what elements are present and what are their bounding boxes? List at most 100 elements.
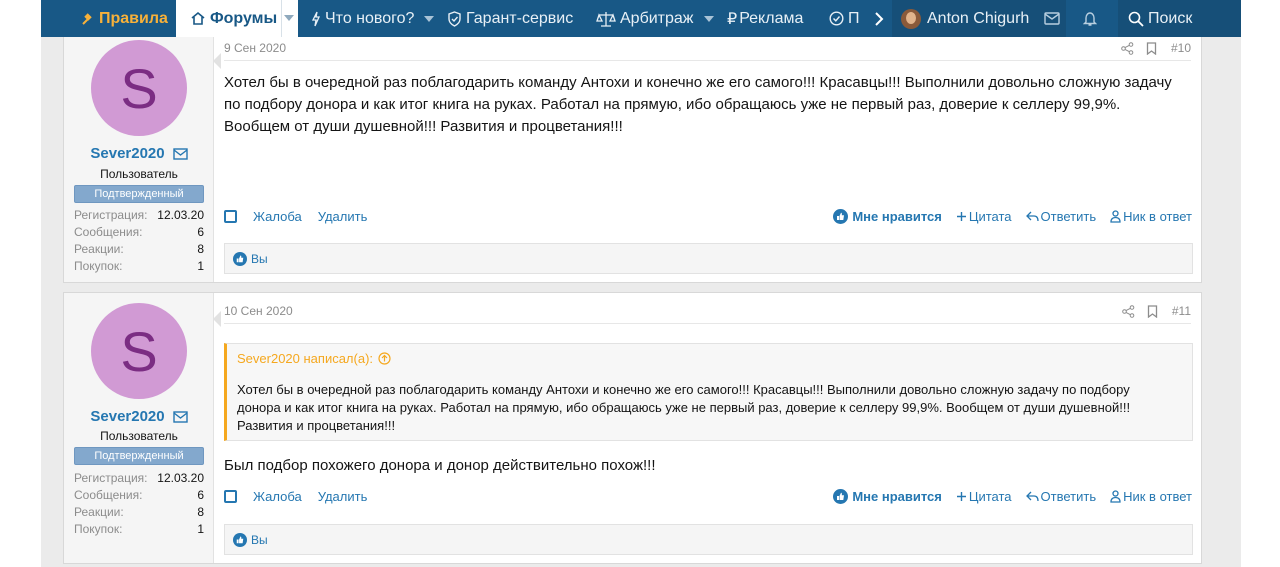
like-label: Мне нравится [852,209,942,224]
post-actions-right: Мне нравится Цитата Ответить Ник в ответ [833,489,1192,504]
user-icon [1110,210,1121,223]
nav-ads[interactable]: ₽ Реклама [727,0,803,37]
nav-more[interactable]: П [829,0,860,37]
nav-arbitrage[interactable]: Арбитраж [596,0,714,37]
mention-button[interactable]: Ник в ответ [1110,209,1192,224]
envelope-icon[interactable] [172,410,188,423]
arrow-up-icon [378,352,391,365]
chevron-down-icon[interactable] [424,15,435,22]
stat-value: 12.03.20 [157,471,204,485]
post-number[interactable]: #10 [1171,41,1191,55]
report-link[interactable]: Жалоба [253,489,302,504]
select-checkbox[interactable] [224,210,237,223]
chevron-right-icon [875,11,884,26]
post-actions: Жалоба Удалить Мне нравится Цитата Ответ… [224,489,1192,509]
post-arrow [213,311,221,327]
left-gutter [0,0,41,567]
stat-key: Регистрация: [74,208,148,222]
like-button[interactable]: Мне нравится [833,209,942,224]
username[interactable]: Sever2020 [64,408,214,425]
user-icon [1110,490,1121,503]
avatar[interactable]: S [91,303,187,399]
nav-garant[interactable]: Гарант-сервис [447,0,573,37]
user-stats: Регистрация: 12.03.20 Сообщения: 6 Реакции… [74,207,204,275]
nav-forums-label: Форумы [210,9,278,27]
nav-alerts[interactable] [1083,0,1101,37]
post-user-cell: S Sever2020 Пользователь Подтвержденный … [64,293,214,563]
nav-search[interactable]: Поиск [1118,0,1241,37]
right-gutter [1241,0,1280,567]
page: Правила Форумы Что нового? Гарант-сервис… [41,0,1241,567]
like-button[interactable]: Мне нравится [833,489,942,504]
envelope-icon [1044,12,1060,25]
share-icon[interactable] [1122,304,1135,318]
bookmark-icon[interactable] [1146,41,1157,55]
reactions-bar[interactable]: Вы [224,243,1193,274]
envelope-icon[interactable] [172,147,188,160]
post-arrow [213,53,221,69]
stat-row: Сообщения: 6 [74,487,204,504]
reactions-label: Вы [251,532,268,547]
stat-value: 12.03.20 [157,208,204,222]
post-actions: Жалоба Удалить Мне нравится Цитата Ответ… [224,209,1192,229]
bookmark-icon[interactable] [1147,304,1158,318]
user-title: Пользователь [100,167,178,181]
stat-key: Реакции: [74,242,124,256]
reactions-bar[interactable]: Вы [224,524,1193,555]
like-icon [233,251,247,266]
reply-icon [1025,211,1039,222]
search-icon [1128,11,1144,27]
quote-author-label: Sever2020 написал(а): [237,351,374,366]
post-header-divider [224,60,1191,61]
nav-more-label: П [848,9,860,27]
reply-button[interactable]: Ответить [1025,209,1096,224]
stat-value: 6 [197,488,204,502]
post-message: Был подбор похожего донора и донор дейст… [224,457,656,474]
post-actions-left: Жалоба Удалить [224,209,367,224]
chevron-down-icon[interactable] [284,15,294,21]
stat-value: 8 [197,505,204,519]
nav-scroll-right[interactable] [874,0,888,37]
nav-rules[interactable]: Правила [81,0,168,37]
post-date[interactable]: 10 Сен 2020 [224,304,293,318]
avatar [901,8,921,29]
top-nav: Правила Форумы Что нового? Гарант-сервис… [41,0,1241,37]
ruble-icon: ₽ [727,10,738,28]
delete-link[interactable]: Удалить [318,489,368,504]
avatar-letter: S [120,319,158,383]
avatar[interactable]: S [91,40,187,136]
select-checkbox[interactable] [224,490,237,503]
nav-conversations[interactable] [1044,0,1064,37]
quote-button[interactable]: Цитата [956,209,1012,224]
nav-user-menu[interactable]: Anton Chigurh [892,0,1066,37]
nav-ads-label: Реклама [739,9,804,27]
username-label: Sever2020 [90,408,165,425]
stat-value: 8 [197,242,204,256]
stat-row: Регистрация: 12.03.20 [74,207,204,224]
post-number[interactable]: #11 [1172,304,1191,318]
post-date[interactable]: 9 Сен 2020 [224,41,286,55]
quote-author[interactable]: Sever2020 написал(а): [237,351,391,366]
stat-key: Покупок: [74,522,123,536]
post-actions-left: Жалоба Удалить [224,489,367,504]
mention-button[interactable]: Ник в ответ [1110,489,1192,504]
avatar-letter: S [120,56,158,120]
share-icon[interactable] [1121,41,1134,55]
chevron-down-icon[interactable] [703,15,714,22]
user-stats: Регистрация: 12.03.20 Сообщения: 6 Реакции… [74,470,204,538]
bolt-icon [311,11,321,26]
nav-forums[interactable]: Форумы [176,0,298,37]
nav-whats-new[interactable]: Что нового? [311,0,435,37]
stat-value: 6 [197,225,204,239]
delete-link[interactable]: Удалить [318,209,368,224]
post-header-divider [224,323,1191,324]
stat-row: Реакции: 8 [74,504,204,521]
mention-label: Ник в ответ [1123,209,1192,224]
report-link[interactable]: Жалоба [253,209,302,224]
mention-label: Ник в ответ [1123,489,1192,504]
plus-icon [956,492,966,501]
reply-button[interactable]: Ответить [1025,489,1096,504]
post-10: S Sever2020 Пользователь Подтвержденный … [63,37,1202,283]
quote-button[interactable]: Цитата [956,489,1012,504]
username[interactable]: Sever2020 [64,145,214,162]
